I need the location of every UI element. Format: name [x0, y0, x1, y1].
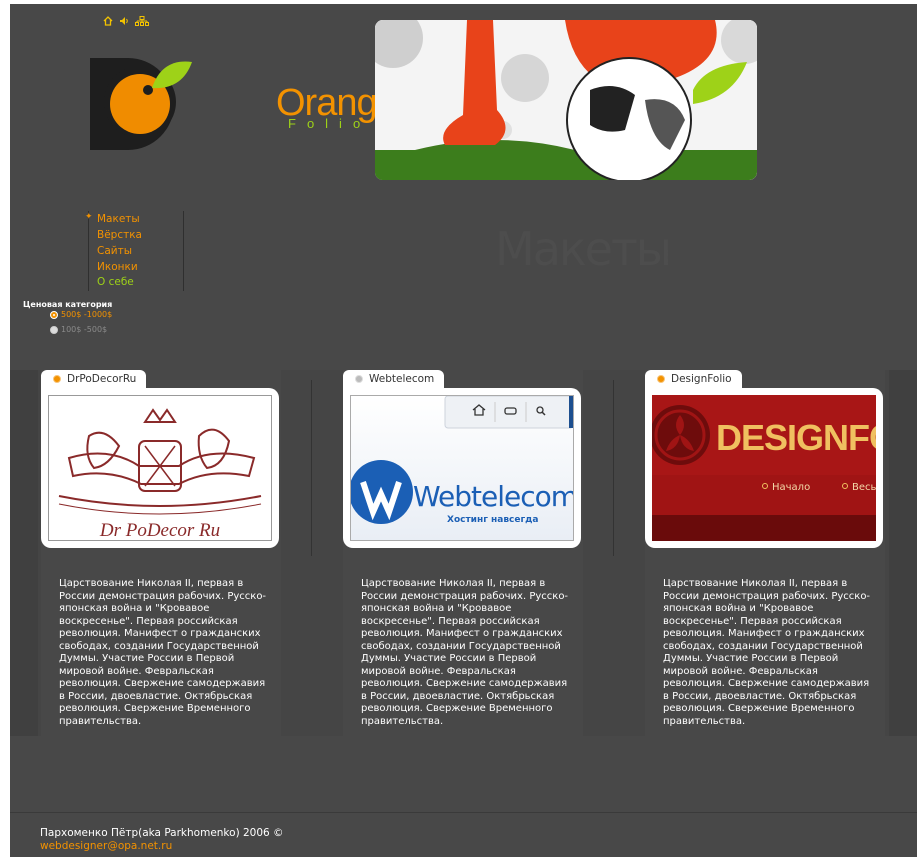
- main-nav: ✦ Макеты Вёрстка Сайты Иконки О себе: [85, 211, 184, 291]
- footer-email-link[interactable]: webdesigner@opa.net.ru: [40, 840, 284, 853]
- nav-item-maketi[interactable]: Макеты: [97, 213, 140, 226]
- price-option-label: 100$ -500$: [61, 325, 108, 334]
- nav-item-o-sebe[interactable]: О себе: [97, 276, 134, 289]
- column-divider: [613, 380, 614, 556]
- thumbnail-nav-item: Весь: [852, 482, 876, 493]
- top-icon-links: [103, 11, 149, 26]
- thumbnail-nav-item: Начало: [772, 482, 810, 493]
- thumbnail-caption: DESIGNFO: [716, 417, 876, 458]
- price-option-500-1000[interactable]: 500$ -1000$: [50, 310, 112, 319]
- portfolio-card[interactable]: DESIGNFO Начало Весь: [645, 388, 883, 548]
- radio-icon: [53, 375, 61, 383]
- page-title: Макеты: [495, 222, 672, 276]
- portfolio-description: Царствование Николая II, первая в России…: [59, 578, 267, 727]
- nav-item-verstka[interactable]: Вёрстка: [97, 229, 142, 242]
- price-category-title: Ценовая категория: [23, 300, 113, 309]
- portfolio-tab-label: Webtelecom: [369, 373, 435, 385]
- coat-of-arms-icon: Dr PoDecor Ru: [58, 408, 262, 540]
- sitemap-icon[interactable]: [135, 11, 149, 26]
- portfolio-tab[interactable]: DesignFolio: [645, 370, 742, 388]
- band-gutter: [10, 370, 38, 736]
- band-gutter: [889, 370, 917, 736]
- footer-divider: [10, 812, 917, 813]
- thumbnail-caption: Dr PoDecor Ru: [99, 520, 220, 540]
- portfolio-tab-label: DrPoDecorRu: [67, 373, 137, 385]
- thumbnail-subcaption: Хостинг навсегда: [447, 515, 539, 525]
- portfolio-tab-label: DesignFolio: [671, 373, 732, 385]
- column-divider: [311, 380, 312, 556]
- radio-icon: [657, 375, 665, 383]
- header-banner: [375, 20, 757, 180]
- portfolio-thumbnail[interactable]: Dr PoDecor Ru: [48, 395, 272, 541]
- radio-selected-icon[interactable]: [50, 310, 58, 319]
- portfolio-tab[interactable]: Webtelecom: [343, 370, 445, 388]
- portfolio-thumbnail[interactable]: Webtelecom Хостинг навсегда: [350, 395, 574, 541]
- portfolio-thumbnail[interactable]: DESIGNFO Начало Весь: [652, 395, 876, 541]
- price-option-100-500[interactable]: 100$ -500$: [50, 325, 107, 334]
- radio-unselected-icon[interactable]: [50, 325, 58, 334]
- speaker-icon[interactable]: [119, 11, 129, 25]
- portfolio-tab[interactable]: DrPoDecorRu: [41, 370, 147, 388]
- home-icon[interactable]: [103, 11, 113, 26]
- portfolio-item-designfolio: DesignFolio DESIGNFO Начало Весь: [645, 370, 885, 738]
- footer-copyright: Пархоменко Пётр(aka Parkhomenko) 2006 ©: [40, 827, 284, 839]
- thumbnail-caption: Webtelecom: [413, 480, 573, 513]
- portfolio-card[interactable]: Dr PoDecor Ru: [41, 388, 279, 548]
- page-frame: Orange Folio ✦ Макеты Вёрстка Сайты Икон…: [10, 4, 917, 857]
- footer: Пархоменко Пётр(aka Parkhomenko) 2006 © …: [40, 827, 284, 853]
- logo-sub: Folio: [288, 116, 372, 131]
- portfolio-description: Царствование Николая II, первая в России…: [663, 578, 871, 727]
- price-option-label: 500$ -1000$: [61, 310, 113, 319]
- portfolio-item-webtelecom: Webtelecom Webtelecom Хостинг навсегда Ц…: [343, 370, 583, 738]
- active-star-icon: ✦: [85, 212, 93, 222]
- portfolio-description: Царствование Николая II, первая в России…: [361, 578, 569, 727]
- portfolio-item-drpodecor: DrPoDecorRu Dr PoDecor Ru Царствование Н…: [41, 370, 281, 738]
- orange-logo-icon: [90, 58, 192, 150]
- portfolio-card[interactable]: Webtelecom Хостинг навсегда: [343, 388, 581, 548]
- logo[interactable]: Orange Folio: [88, 54, 398, 154]
- radio-icon: [355, 375, 363, 383]
- nav-item-saiti[interactable]: Сайты: [97, 245, 132, 258]
- nav-item-ikonki[interactable]: Иконки: [97, 261, 138, 274]
